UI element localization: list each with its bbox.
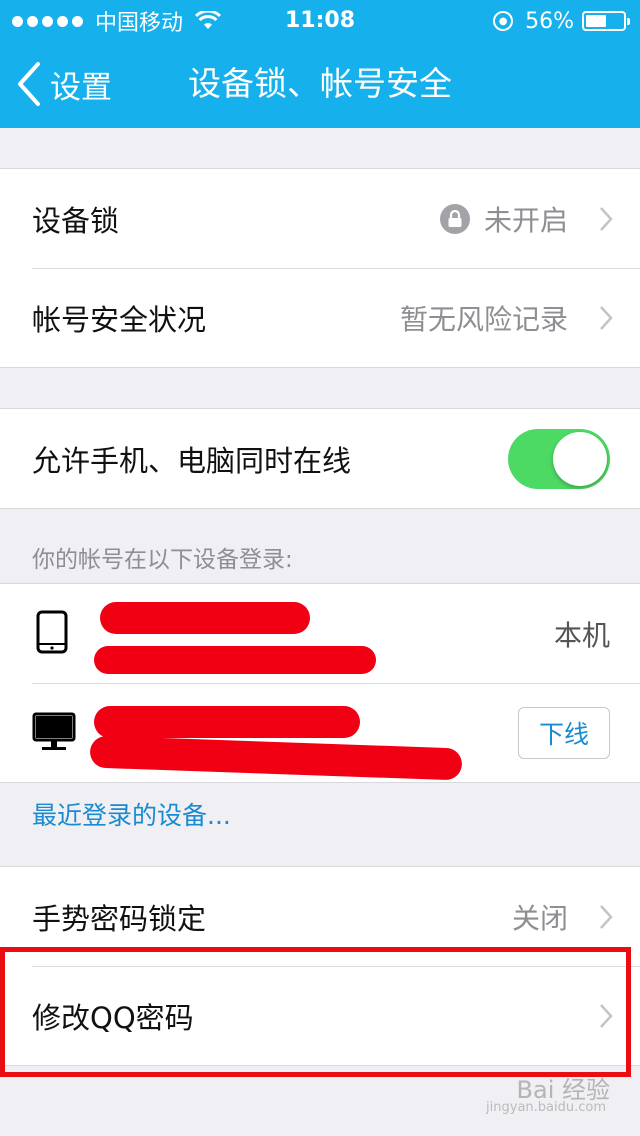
devices-group: 本机 下线 <box>0 583 640 783</box>
recent-devices-link[interactable]: 最近登录的设备... <box>32 796 231 832</box>
online-toggle-row: 允许手机、电脑同时在线 <box>0 409 640 508</box>
redaction-mark <box>100 602 310 634</box>
devices-caption: 你的帐号在以下设备登录: <box>32 547 293 573</box>
watermark-url: jingyan.baidu.com <box>486 1100 606 1115</box>
chevron-right-icon <box>600 1004 613 1028</box>
padlock-icon <box>439 203 470 234</box>
redaction-mark <box>94 646 376 674</box>
change-password-label: 修改QQ密码 <box>32 1001 194 1035</box>
redaction-mark <box>94 706 360 738</box>
status-bar-right: ● 56% <box>493 6 630 36</box>
online-group: 允许手机、电脑同时在线 <box>0 408 640 509</box>
security-group: 设备锁 未开启 帐号安全状况 暂无风险记录 <box>0 168 640 368</box>
battery-fill <box>586 15 607 27</box>
account-status-value: 暂无风险记录 <box>399 303 568 336</box>
device-row-pc: 下线 <box>0 684 640 782</box>
battery-percent: 56% <box>525 8 574 34</box>
chevron-right-icon <box>600 206 613 231</box>
online-toggle-switch[interactable] <box>508 428 610 489</box>
phone-icon <box>36 610 68 654</box>
change-password-row[interactable]: 修改QQ密码 <box>0 967 640 1065</box>
account-status-label: 帐号安全状况 <box>32 303 207 337</box>
gesture-lock-row[interactable]: 手势密码锁定 关闭 <box>0 867 640 966</box>
device-lock-label: 设备锁 <box>32 203 120 238</box>
phone-status: 本机 <box>553 618 610 652</box>
monitor-icon <box>32 712 76 750</box>
chevron-right-icon <box>600 306 613 330</box>
logout-button[interactable]: 下线 <box>518 707 610 759</box>
device-lock-row[interactable]: 设备锁 未开启 <box>0 169 640 268</box>
settings-group: 手势密码锁定 关闭 修改QQ密码 <box>0 866 640 1066</box>
nav-header: 中国移动 11:08 ● 56% 设置 设备锁、帐号安全 <box>0 0 640 128</box>
page-title: 设备锁、帐号安全 <box>188 64 452 103</box>
rotation-lock-icon: ● <box>493 11 514 31</box>
battery-icon <box>582 11 630 31</box>
gesture-lock-label: 手势密码锁定 <box>32 901 207 936</box>
toggle-knob <box>553 431 607 486</box>
device-lock-status: 未开启 <box>483 203 568 237</box>
account-status-row[interactable]: 帐号安全状况 暂无风险记录 <box>0 269 640 367</box>
online-toggle-label: 允许手机、电脑同时在线 <box>32 443 352 478</box>
chevron-right-icon <box>600 904 613 929</box>
device-row-phone: 本机 <box>0 584 640 683</box>
device-lock-value: 未开启 <box>439 199 568 239</box>
gesture-lock-value: 关闭 <box>511 901 568 935</box>
redaction-mark <box>89 735 463 781</box>
